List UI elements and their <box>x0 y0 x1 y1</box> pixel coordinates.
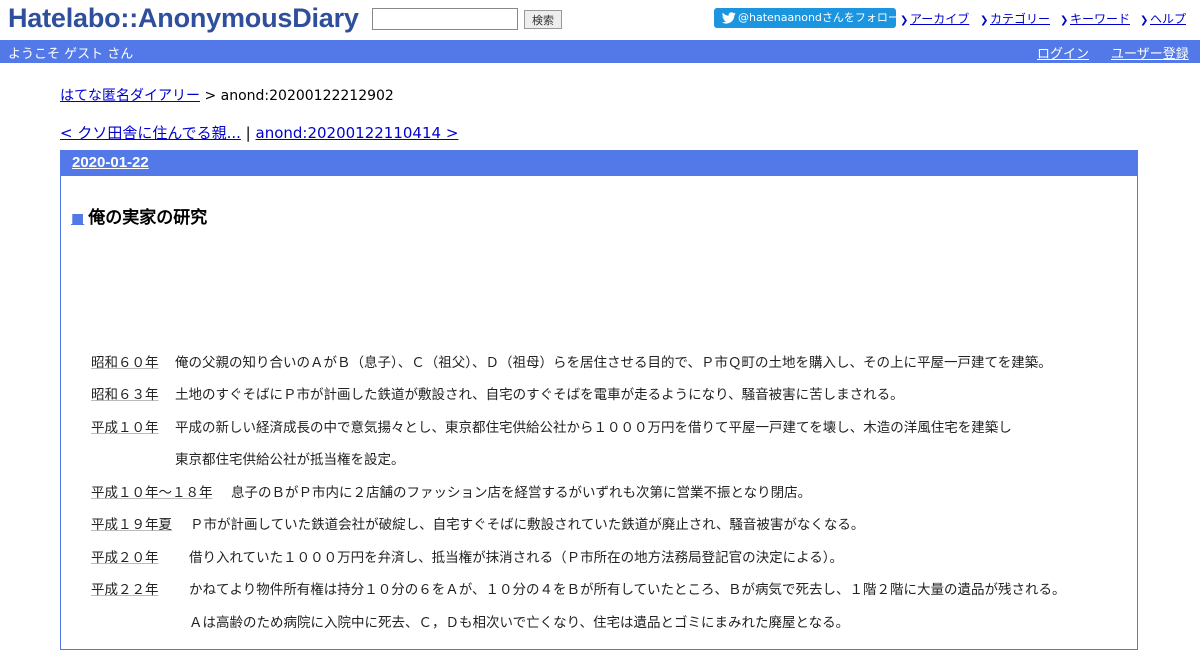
prev-entry-link[interactable]: < クソ田舎に住んでる親... <box>60 124 241 142</box>
body-line-text: 平成の新しい経済成長の中で意気揚々とし、東京都住宅供給公社から１０００万円を借り… <box>175 420 1012 436</box>
body-line-text: 土地のすぐそばにＰ市が計画した鉄道が敷設され、自宅のすぐそばを電車が走るようにな… <box>175 387 904 403</box>
chevron-right-icon: ❯ <box>900 15 909 26</box>
body-line-text: 借り入れていた１０００万円を弁済し、抵当権が抹消される（Ｐ市所在の地方法務局登記… <box>189 550 843 566</box>
breadcrumb: はてな匿名ダイアリー > anond:20200122212902 <box>60 85 394 105</box>
body-line-year[interactable]: 平成２０年 <box>91 546 159 566</box>
chevron-right-icon: ❯ <box>980 15 989 26</box>
body-line-text: Ａは高齢のため病院に入院中に死去、Ｃ，Ｄも相次いで亡くなり、住宅は遺品とゴミにま… <box>189 615 850 631</box>
day-date-link[interactable]: 2020-01-22 <box>72 154 149 171</box>
body-line-year[interactable]: 平成１９年夏 <box>91 513 172 533</box>
site-logo[interactable]: Hatelabo::AnonymousDiary <box>8 3 359 34</box>
top-header: Hatelabo::AnonymousDiary 検索 @hatenaanond… <box>0 0 1200 40</box>
help-link[interactable]: ❯ ヘルプ <box>1140 10 1186 27</box>
body-line-text: かねてより物件所有権は持分１０分の６をＡが、１０分の４をＢが所有していたところ、… <box>189 582 1066 598</box>
body-line-text: Ｐ市が計画していた鉄道会社が破綻し、自宅すぐそばに敷設されていた鉄道が廃止され、… <box>190 517 865 533</box>
login-link[interactable]: ログイン <box>1037 43 1089 62</box>
keyword-link[interactable]: ❯ キーワード <box>1060 10 1130 27</box>
entry-navigation: < クソ田舎に住んでる親... | anond:20200122110414 > <box>60 122 458 143</box>
entry-permalink-square-icon[interactable]: ■ <box>71 211 84 227</box>
twitter-bird-icon <box>722 12 736 24</box>
search-button[interactable]: 検索 <box>524 10 562 29</box>
category-link[interactable]: ❯ カテゴリー <box>980 10 1050 27</box>
twitter-follow-label: @hatenaanondさんをフォロー <box>738 11 899 24</box>
day-section: 2020-01-22 ■ 俺の実家の研究 昭和６０年 俺の父親の知り合いのＡがＢ（… <box>60 150 1138 650</box>
next-entry-link[interactable]: anond:20200122110414 > <box>256 124 459 142</box>
search-input[interactable] <box>372 8 518 30</box>
day-header: 2020-01-22 <box>61 151 1137 176</box>
body-line-text: 息子のＢがＰ市内に２店舗のファッション店を経営するがいずれも次第に営業不振となり… <box>231 485 812 501</box>
entry-title: 俺の実家の研究 <box>88 208 208 228</box>
chevron-right-icon: ❯ <box>1140 15 1149 26</box>
breadcrumb-separator: > <box>200 88 221 104</box>
archive-link[interactable]: ❯ アーカイブ <box>900 10 969 27</box>
breadcrumb-current: anond:20200122212902 <box>220 88 394 104</box>
user-bar: ようこそ ゲスト さん ログイン ユーザー登録 <box>0 40 1200 63</box>
register-link[interactable]: ユーザー登録 <box>1111 43 1189 62</box>
welcome-text: ようこそ ゲスト さん <box>8 47 134 62</box>
entry-nav-separator: | <box>240 124 256 142</box>
body-line-year[interactable]: 平成１０年～１８年 <box>91 481 213 501</box>
body-line-year[interactable]: 昭和６３年 <box>91 383 159 403</box>
chevron-right-icon: ❯ <box>1060 15 1069 26</box>
entry-title-row: ■ 俺の実家の研究 <box>71 203 207 228</box>
body-line-year[interactable]: 平成１０年 <box>91 416 159 436</box>
body-line-text: 東京都住宅供給公社が抵当権を設定。 <box>175 452 405 468</box>
body-line-text: 俺の父親の知り合いのＡがＢ（息子）、Ｃ（祖父）、Ｄ（祖母）らを居住させる目的で、… <box>175 355 1052 371</box>
breadcrumb-home-link[interactable]: はてな匿名ダイアリー <box>60 88 200 104</box>
body-line-year[interactable]: 昭和６０年 <box>91 351 159 371</box>
body-line-year[interactable]: 平成２２年 <box>91 578 159 598</box>
twitter-follow-button[interactable]: @hatenaanondさんをフォロー <box>714 8 899 28</box>
